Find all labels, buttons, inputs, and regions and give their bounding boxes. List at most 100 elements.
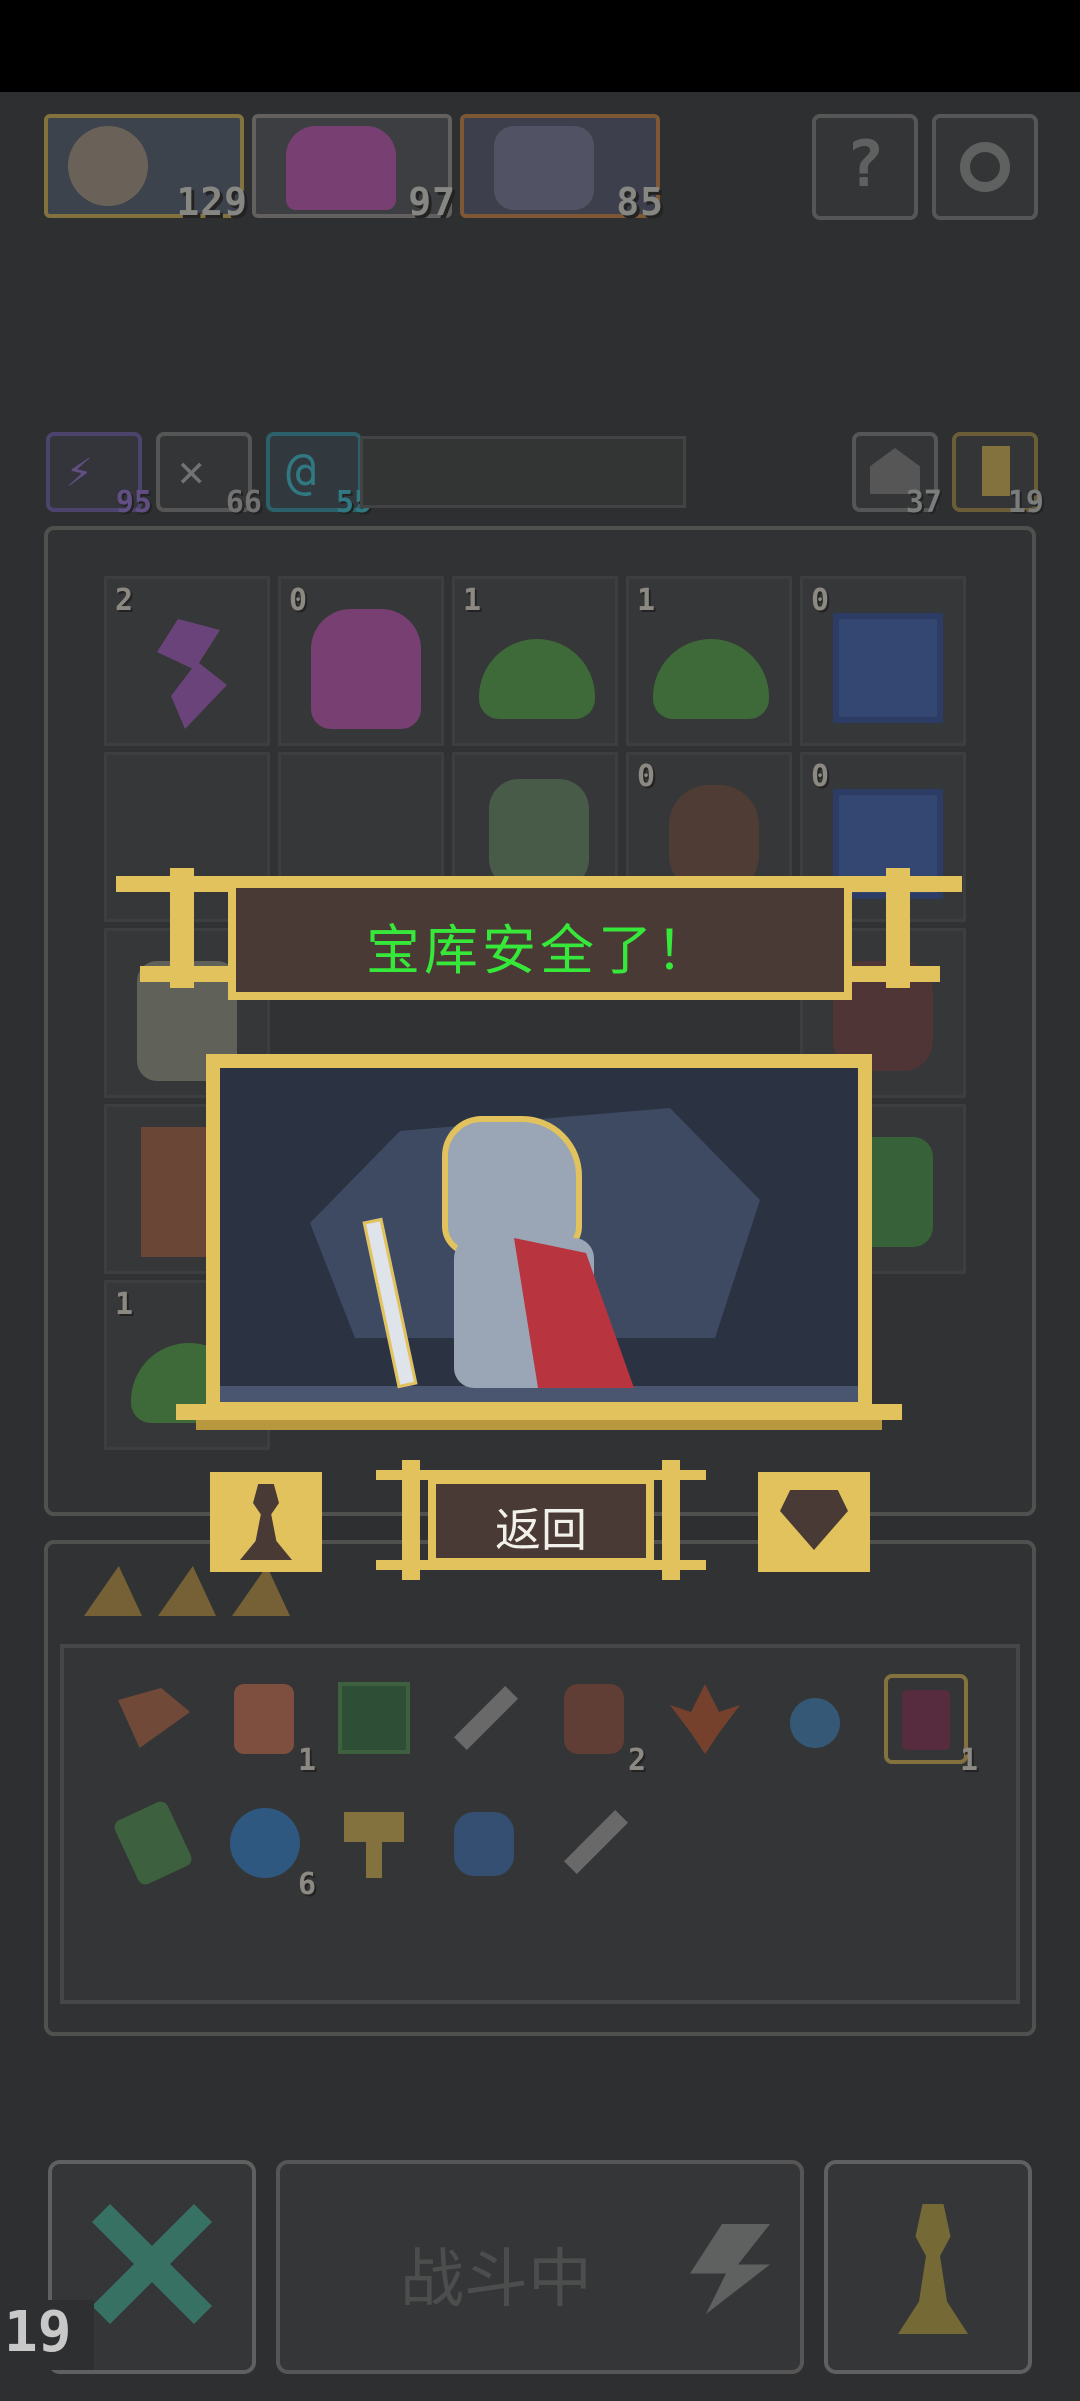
item-slot[interactable]: 6 [224, 1802, 316, 1902]
goblin-icon [494, 126, 594, 210]
wings-icon: ✕ [178, 446, 205, 497]
item-slot[interactable]: 2 [554, 1678, 646, 1778]
demon-icon [286, 126, 396, 210]
item-slot[interactable] [664, 1678, 744, 1758]
item-qty: 1 [297, 1743, 316, 1778]
grid-cell[interactable]: 1 [626, 576, 792, 746]
resource-magic: @ 55 [266, 432, 372, 520]
grid-cell[interactable]: 2 [104, 576, 270, 746]
item-qty: 6 [297, 1867, 316, 1902]
item-slot[interactable]: 1 [884, 1674, 978, 1778]
frame-base-shadow [196, 1420, 882, 1430]
turn-counter: 19 [4, 2300, 94, 2370]
frame-base [176, 1404, 902, 1420]
item-slot[interactable] [554, 1802, 634, 1882]
gear-icon [960, 142, 1010, 192]
key-count: 19 [1007, 485, 1044, 520]
progress-bar [360, 436, 686, 508]
hero-portrait-demon[interactable]: 97 [252, 114, 455, 224]
pawn-icon [898, 2204, 968, 2334]
demon-icon [311, 609, 421, 729]
pickaxe-icon [118, 1688, 190, 1748]
question-icon: ? [845, 128, 885, 202]
lantern-icon [234, 1684, 294, 1754]
back-post-right [662, 1460, 680, 1580]
card-icon [232, 1566, 290, 1616]
jar-icon [902, 1690, 950, 1750]
slime-icon [653, 639, 769, 719]
sword-icon [564, 1810, 628, 1874]
grid-cell[interactable]: 0 [800, 576, 966, 746]
resource-value: 95 [115, 485, 152, 520]
key-shaft [366, 1838, 382, 1878]
card-icon [84, 1566, 142, 1616]
item-slot[interactable] [774, 1678, 854, 1758]
map-icon [338, 1682, 410, 1754]
card-icon [158, 1566, 216, 1616]
resource-value: 66 [225, 485, 262, 520]
house-counter[interactable]: 37 [852, 432, 942, 520]
back-label: 返回 [495, 1503, 587, 1557]
cell-count: 0 [811, 759, 830, 794]
potion-icon [790, 1698, 840, 1748]
goblin-icon [489, 779, 589, 889]
key-counter[interactable]: 19 [952, 432, 1044, 520]
pawn-icon [240, 1484, 292, 1560]
dragon-icon [157, 619, 227, 729]
boot-icon [564, 1684, 624, 1754]
grid-cell[interactable]: 0 [278, 576, 444, 746]
warrior-face-icon [68, 126, 148, 206]
help-button[interactable]: ? [812, 114, 918, 220]
cell-count: 0 [289, 583, 308, 618]
hero-count: 129 [176, 180, 248, 224]
grid-cell[interactable]: 1 [452, 576, 618, 746]
pawn-button[interactable] [824, 2160, 1032, 2374]
scene-frame [206, 1054, 872, 1416]
title-banner: 宝库安全了！ [228, 880, 852, 1000]
status-bar [0, 0, 1080, 92]
hero-portrait-goblin[interactable]: 85 [460, 114, 663, 224]
battle-button[interactable]: 战斗中 [276, 2160, 804, 2374]
cell-count: 1 [463, 583, 482, 618]
resource-lightning: ⚡ 95 [46, 432, 152, 520]
modal-title: 宝库安全了！ [366, 919, 714, 982]
flask-icon [454, 1812, 514, 1876]
hero-portrait-warrior[interactable]: 129 [44, 114, 247, 224]
item-slot[interactable]: 1 [224, 1678, 316, 1778]
item-slot[interactable] [444, 1678, 524, 1758]
gem-button[interactable] [758, 1472, 870, 1572]
lightning-icon [690, 2224, 770, 2314]
floor [220, 1386, 858, 1402]
house-count: 37 [905, 485, 942, 520]
gem-icon [780, 1490, 848, 1550]
cell-count: 0 [811, 583, 830, 618]
hero-count: 97 [408, 180, 456, 224]
item-qty: 1 [959, 1743, 978, 1778]
vial-icon [111, 1799, 195, 1887]
orb-icon [230, 1808, 300, 1878]
cell-count: 1 [115, 1287, 134, 1322]
keyhole-icon [982, 446, 1010, 496]
inventory-panel: 1 2 1 6 [44, 1540, 1036, 2036]
cell-count: 1 [637, 583, 656, 618]
back-post-left [402, 1460, 420, 1580]
dagger-icon [454, 1686, 518, 1750]
item-slot[interactable] [334, 1802, 414, 1882]
item-slot[interactable] [114, 1678, 194, 1758]
item-tray: 1 2 1 6 [60, 1644, 1020, 2004]
item-qty: 2 [627, 1743, 646, 1778]
recruit-button[interactable] [210, 1472, 322, 1572]
item-slot[interactable] [444, 1802, 524, 1882]
item-slot[interactable] [111, 1799, 195, 1887]
resource-wings: ✕ 66 [156, 432, 262, 520]
slime-icon [479, 639, 595, 719]
lightning-icon: ⚡ [66, 446, 93, 497]
herb-icon [670, 1684, 740, 1754]
hero-count: 85 [616, 180, 664, 224]
settings-button[interactable] [932, 114, 1038, 220]
knight-helmet [442, 1116, 582, 1256]
shrine-icon [833, 613, 943, 723]
item-slot[interactable] [334, 1678, 414, 1758]
spiral-icon: @ [286, 442, 317, 500]
back-button[interactable]: 返回 [428, 1476, 654, 1566]
